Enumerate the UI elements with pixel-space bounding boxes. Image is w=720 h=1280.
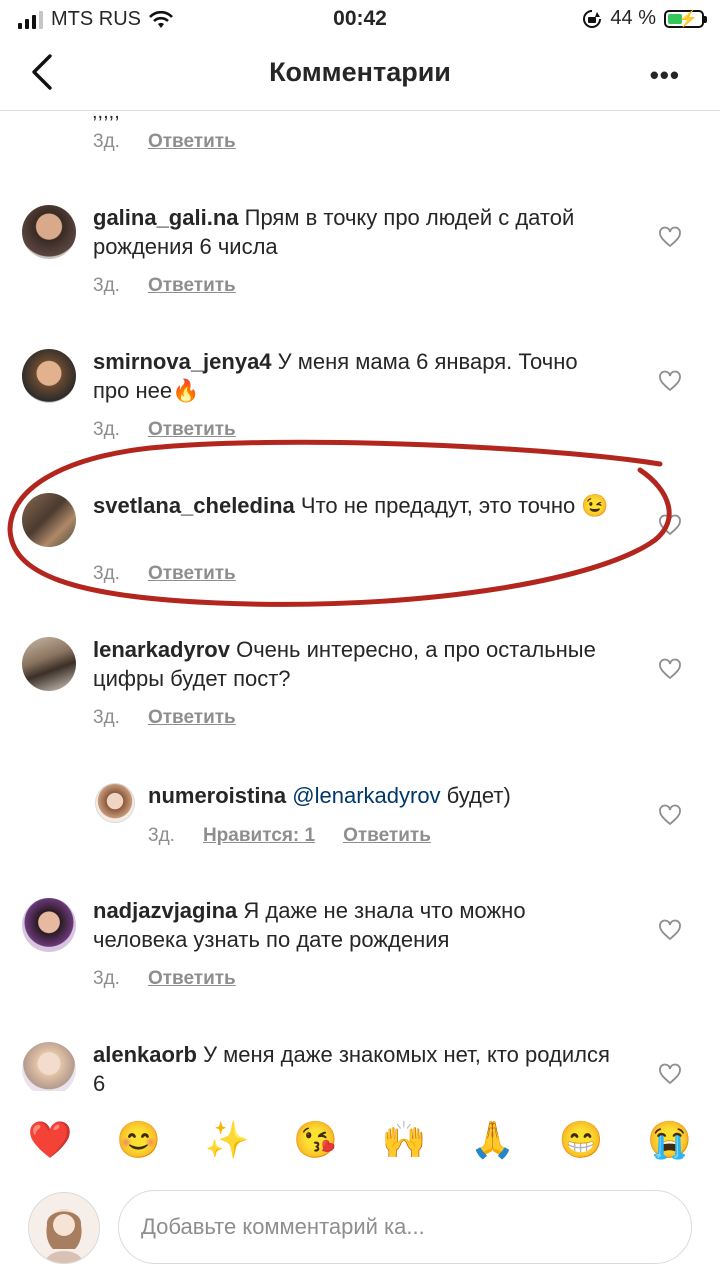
comment-username[interactable]: alenkaorb [93, 1042, 197, 1067]
rotation-lock-icon [583, 9, 602, 28]
comment-meta: 3д. Ответить [93, 275, 236, 297]
comment-meta: 3д. Ответить [93, 707, 236, 729]
comment-time: 3д. [148, 825, 175, 846]
comment-time: 3д. [93, 275, 120, 296]
comment-time: 3д. [93, 707, 120, 728]
reply-button[interactable]: Ответить [148, 707, 236, 729]
reply-button[interactable]: Ответить [148, 968, 236, 990]
comment-time: 3д. [93, 131, 120, 152]
comment-username[interactable]: numeroistina [148, 783, 286, 808]
avatar[interactable] [22, 898, 76, 952]
emoji-smile-button[interactable]: 😊 [116, 1110, 161, 1170]
status-bar: MTS RUS 00:42 44 % ⚡ [0, 0, 720, 40]
heart-icon[interactable] [658, 225, 682, 249]
page-title: Комментарии [269, 57, 451, 87]
reply-button[interactable]: Ответить [148, 275, 236, 297]
comment-time: 3д. [93, 968, 120, 989]
reply-button[interactable]: Ответить [148, 563, 236, 585]
comment-meta: 3д. Ответить [93, 968, 236, 990]
comment-time: 3д. [93, 419, 120, 440]
comment-meta: 3д. Ответить [93, 131, 236, 153]
battery-percent: 44 % [610, 7, 656, 29]
comment-username[interactable]: svetlana_cheledina [93, 493, 295, 518]
battery-icon: ⚡ [664, 9, 707, 28]
mention-link[interactable]: @lenarkadyrov [292, 783, 440, 808]
truncated-comment-text: ,,,,, [92, 111, 120, 123]
heart-icon[interactable] [658, 513, 682, 537]
more-options-icon[interactable]: ••• [650, 60, 680, 91]
comment-username[interactable]: lenarkadyrov [93, 637, 230, 662]
nav-bar: Комментарии ••• [0, 40, 720, 111]
emoji-pray-button[interactable]: 🙏 [470, 1110, 515, 1170]
avatar[interactable] [22, 493, 76, 547]
reply-button[interactable]: Ответить [148, 131, 236, 153]
avatar[interactable] [22, 637, 76, 691]
comment-time: 3д. [93, 563, 120, 584]
heart-icon[interactable] [658, 1062, 682, 1086]
comment-meta: 3д. Нравится: 1 Ответить [148, 825, 431, 847]
emoji-heart-button[interactable]: ❤️ [28, 1110, 73, 1170]
avatar[interactable] [22, 349, 76, 403]
comment-composer [0, 1188, 720, 1268]
avatar-illustration-icon [45, 1209, 83, 1263]
avatar[interactable] [22, 1042, 76, 1091]
heart-icon[interactable] [658, 803, 682, 827]
reply-button[interactable]: Ответить [343, 825, 431, 847]
emoji-reaction-bar: ❤️ 😊 ✨ 😘 🙌 🙏 😁 😭 [0, 1110, 720, 1170]
emoji-grin-button[interactable]: 😁 [559, 1110, 604, 1170]
current-user-avatar [28, 1192, 100, 1264]
comment-meta: 3д. Ответить [93, 563, 236, 585]
comment-text: будет) [440, 783, 511, 808]
comment-input[interactable] [118, 1190, 692, 1264]
emoji-sparkles-button[interactable]: ✨ [205, 1110, 250, 1170]
avatar[interactable] [22, 205, 76, 259]
comment-username[interactable]: nadjazvjagina [93, 898, 237, 923]
heart-icon[interactable] [658, 369, 682, 393]
heart-icon[interactable] [658, 657, 682, 681]
comment-username[interactable]: smirnova_jenya4 [93, 349, 272, 374]
likes-count-button[interactable]: Нравится: 1 [203, 825, 315, 847]
emoji-kiss-button[interactable]: 😘 [293, 1110, 338, 1170]
emoji-raised-hands-button[interactable]: 🙌 [382, 1110, 427, 1170]
comment-text: Что не предадут, это точно 😉 [300, 493, 609, 518]
comment-username[interactable]: galina_gali.na [93, 205, 239, 230]
avatar[interactable] [95, 783, 135, 823]
heart-icon[interactable] [658, 918, 682, 942]
reply-button[interactable]: Ответить [148, 419, 236, 441]
emoji-crying-button[interactable]: 😭 [647, 1110, 692, 1170]
comment-list[interactable]: ,,,,, 3д. Ответить galina_gali.na Прям в… [0, 111, 720, 1091]
comment-meta: 3д. Ответить [93, 419, 236, 441]
